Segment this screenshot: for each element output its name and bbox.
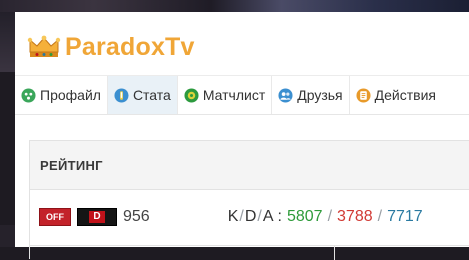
tab-stats[interactable]: Стата bbox=[107, 76, 178, 114]
kda-label-k: K bbox=[227, 208, 239, 225]
next-table-row bbox=[30, 246, 469, 260]
assists-value: 7717 bbox=[387, 208, 423, 225]
status-badge: OFF bbox=[39, 208, 71, 226]
friends-icon bbox=[278, 87, 293, 103]
kda-stats: K / D / A : 5807 / 3788 / 7717 bbox=[228, 208, 423, 226]
kda-label-separator: / bbox=[257, 208, 262, 225]
kda-label-d: D bbox=[244, 208, 257, 225]
tab-label: Друзья bbox=[297, 87, 343, 103]
stats-icon bbox=[114, 87, 129, 103]
rating-box: РЕЙТИНГ OFF D 956 K / D / A : 5807 / 378… bbox=[29, 140, 469, 260]
profile-panel: ParadoxTv Профайл Стата Матчлист Друзья … bbox=[15, 12, 469, 260]
tab-label: Профайл bbox=[40, 87, 101, 103]
rating-value: 956 bbox=[123, 208, 150, 225]
tab-profile[interactable]: Профайл bbox=[15, 76, 108, 114]
kda-value-separator: / bbox=[327, 208, 333, 225]
rating-row: OFF D 956 K / D / A : 5807 / 3788 / 7717 bbox=[30, 189, 469, 246]
tab-label: Действия bbox=[374, 87, 436, 103]
rank-badge: D bbox=[77, 208, 117, 226]
background-corner bbox=[0, 225, 15, 247]
username: ParadoxTv bbox=[65, 32, 195, 61]
crown-icon bbox=[27, 35, 61, 57]
rank-letter: D bbox=[89, 211, 105, 223]
deaths-value: 3788 bbox=[337, 208, 373, 225]
table-cell bbox=[335, 246, 469, 260]
tab-actions[interactable]: Действия bbox=[350, 76, 442, 114]
profile-tabs: Профайл Стата Матчлист Друзья Действия bbox=[15, 75, 469, 115]
kills-value: 5807 bbox=[286, 208, 323, 225]
kda-value-separator: / bbox=[377, 208, 383, 225]
tab-label: Стата bbox=[132, 87, 171, 103]
table-cell bbox=[30, 246, 335, 260]
tab-label: Матчлист bbox=[202, 87, 266, 103]
matchlist-icon bbox=[184, 87, 199, 103]
profile-icon bbox=[21, 87, 36, 103]
profile-title: ParadoxTv bbox=[27, 32, 195, 62]
rating-header: РЕЙТИНГ bbox=[30, 141, 469, 190]
tab-friends[interactable]: Друзья bbox=[272, 76, 350, 114]
header-banner bbox=[0, 0, 469, 12]
kda-label-separator: / bbox=[239, 208, 244, 225]
background-strip bbox=[0, 12, 15, 72]
kda-colon: : bbox=[277, 208, 282, 225]
tab-matchlist[interactable]: Матчлист bbox=[178, 76, 273, 114]
actions-icon bbox=[356, 87, 371, 103]
kda-label-a: A bbox=[262, 208, 274, 225]
